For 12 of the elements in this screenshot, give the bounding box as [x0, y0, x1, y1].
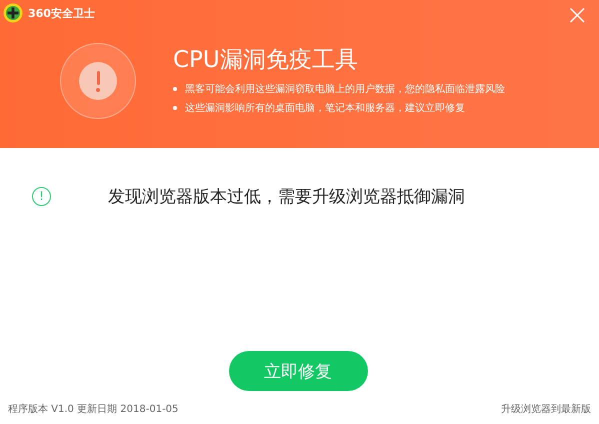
- upgrade-browser-link[interactable]: 升级浏览器到最新版: [501, 402, 591, 416]
- status-message: 发现浏览器版本过低，需要升级浏览器抵御漏洞: [108, 186, 465, 208]
- fix-now-button[interactable]: 立即修复: [228, 351, 368, 391]
- window-title: 360安全卫士: [28, 6, 95, 20]
- bullet-icon: [173, 106, 177, 110]
- close-button[interactable]: ×: [564, 2, 591, 28]
- warning-icon: !: [32, 186, 51, 206]
- bullet-text: 这些漏洞影响所有的桌面电脑，笔记本和服务器，建议立即修复: [185, 102, 465, 114]
- tool-title: CPU漏洞免疫工具: [173, 46, 359, 75]
- version-info: 程序版本 V1.0 更新日期 2018-01-05: [8, 402, 178, 416]
- bullet-icon: [173, 86, 177, 90]
- bullet-text: 黑客可能会利用这些漏洞窃取电脑上的用户数据，您的隐私面临泄露风险: [185, 82, 505, 96]
